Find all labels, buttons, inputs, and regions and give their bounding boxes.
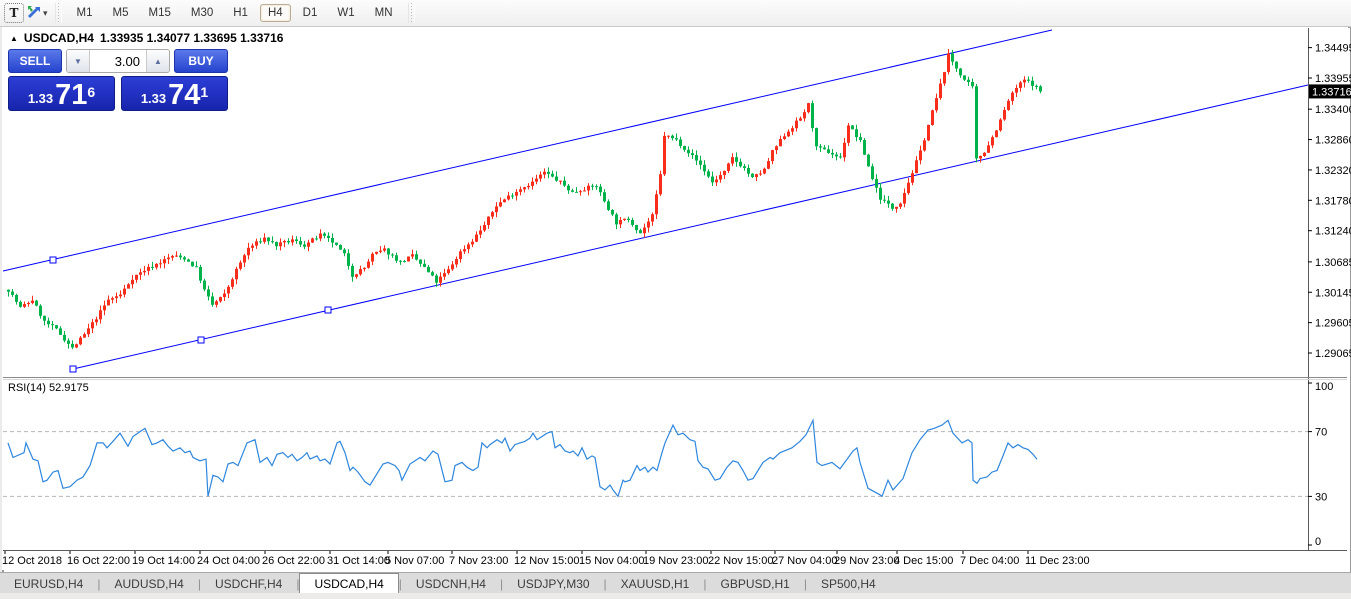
timeframe-button-m5[interactable]: M5	[105, 4, 137, 22]
timeframe-button-mn[interactable]: MN	[367, 4, 401, 22]
timeframe-group: M1M5M15M30H1H4D1W1 MN	[67, 4, 403, 22]
text-tool-icon: T	[10, 6, 19, 20]
one-click-trading-panel: SELL ▼ 3.00 ▲ BUY 1.33 71 6 1.	[8, 49, 228, 111]
timeframe-button-h4[interactable]: H4	[260, 4, 291, 22]
chart-tab-usdcnh-h4[interactable]: USDCNH,H4	[402, 573, 500, 594]
sell-button[interactable]: SELL	[8, 49, 62, 73]
sell-price-major: 1.33	[28, 90, 53, 107]
collapse-triangle-icon[interactable]: ▲	[10, 34, 18, 43]
sell-price-point: 6	[87, 77, 95, 107]
channel-handle[interactable]	[50, 257, 56, 263]
buy-price-pips: 74	[168, 83, 200, 107]
buy-price-point: 1	[200, 77, 208, 107]
chart-tab-usdcad-h4[interactable]: USDCAD,H4	[299, 573, 398, 594]
status-strip	[0, 593, 1351, 599]
triangle-down-icon: ▼	[74, 57, 82, 66]
timeframe-button-m30[interactable]: M30	[183, 4, 221, 22]
sell-price-pips: 71	[55, 83, 87, 107]
mt4-window: 1.344951.339551.334001.328601.323201.317…	[0, 0, 1351, 599]
sell-button-label: SELL	[20, 54, 51, 68]
chart-tabs-bar: EURUSD,H4|AUDUSD,H4|USDCHF,H4|USDCAD,H4|…	[0, 572, 1351, 594]
timeframe-button-m15[interactable]: M15	[141, 4, 179, 22]
buy-price-box[interactable]: 1.33 74 1	[121, 76, 228, 111]
chart-ohlc-values: 1.33935 1.34077 1.33695 1.33716	[100, 31, 284, 45]
arrows-tool-button[interactable]: ▾	[26, 3, 49, 23]
chart-tab-sp500-h4[interactable]: SP500,H4	[807, 573, 890, 594]
buy-button-label: BUY	[188, 54, 213, 68]
timeframe-button-w1[interactable]: W1	[329, 4, 362, 22]
volume-spinner: ▼ 3.00 ▲	[66, 49, 170, 73]
buy-price-major: 1.33	[141, 90, 166, 107]
price-axis[interactable]	[1309, 28, 1348, 550]
chart-tab-gbpusd-h1[interactable]: GBPUSD,H1	[706, 573, 803, 594]
chart-tab-audusd-h4[interactable]: AUDUSD,H4	[100, 573, 197, 594]
channel-handle[interactable]	[325, 307, 331, 313]
chart-tab-xauusd-h1[interactable]: XAUUSD,H1	[607, 573, 704, 594]
chart-tab-usdjpy-m30[interactable]: USDJPY,M30	[503, 573, 603, 594]
timeframe-button-m1[interactable]: M1	[69, 4, 101, 22]
volume-decrease-button[interactable]: ▼	[67, 50, 90, 72]
toolbar-separator	[55, 3, 62, 23]
chart-symbol-period: USDCAD,H4	[24, 31, 94, 45]
buy-button[interactable]: BUY	[174, 49, 228, 73]
rsi-indicator-label: RSI(14) 52.9175	[8, 382, 89, 394]
channel-handle[interactable]	[70, 366, 76, 372]
volume-input[interactable]: 3.00	[90, 50, 146, 72]
timeframe-button-h1[interactable]: H1	[225, 4, 256, 22]
time-axis[interactable]	[3, 551, 1347, 569]
triangle-up-icon: ▲	[154, 57, 162, 66]
toolbar-separator	[408, 3, 415, 23]
sell-price-box[interactable]: 1.33 71 6	[8, 76, 115, 111]
arrows-tool-icon	[27, 5, 41, 22]
chart-tab-eurusd-h4[interactable]: EURUSD,H4	[0, 573, 97, 594]
timeframe-button-d1[interactable]: D1	[295, 4, 326, 22]
chevron-down-icon: ▾	[43, 8, 48, 19]
text-label-tool-button[interactable]: T	[4, 3, 24, 23]
volume-increase-button[interactable]: ▲	[146, 50, 169, 72]
chart-title: ▲ USDCAD,H4 1.33935 1.34077 1.33695 1.33…	[10, 31, 283, 45]
channel-handle[interactable]	[198, 337, 204, 343]
chart-tab-usdchf-h4[interactable]: USDCHF,H4	[201, 573, 296, 594]
top-toolbar: T ▾ M1M5M15M30H1H4D1W1 MN	[0, 0, 1351, 27]
